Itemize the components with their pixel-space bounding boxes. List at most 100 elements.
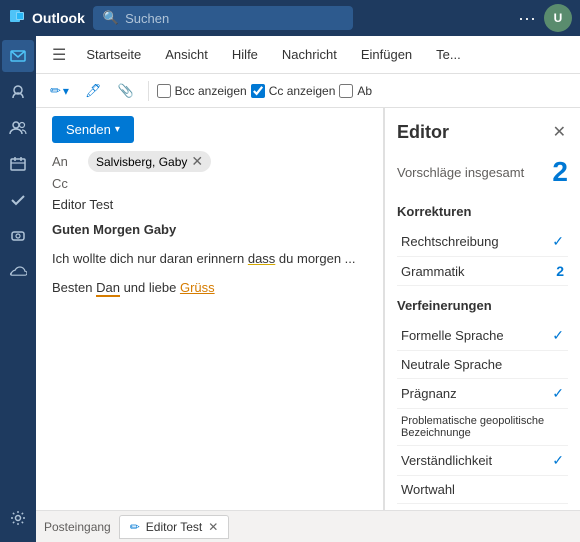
sidebar-icon-onedrive[interactable]: [2, 256, 34, 288]
ribbon: ☰ Startseite Ansicht Hilfe Nachricht Ein…: [36, 36, 580, 74]
verstaendlichkeit-check-icon: ✓: [552, 452, 564, 469]
tab-label: Editor Test: [146, 520, 202, 534]
cc-label-field: Cc: [52, 176, 88, 191]
subject-field[interactable]: Editor Test: [52, 197, 367, 212]
spelling-label: Rechtschreibung: [401, 234, 499, 249]
panel-title: Editor: [397, 122, 449, 143]
sidebar-icon-tasks[interactable]: [2, 184, 34, 216]
hamburger-menu[interactable]: ☰: [44, 37, 74, 73]
toolbar: ✏ ▾ 🖊 📎 Bcc anzeigen Cc anzeigen Ab: [36, 74, 580, 108]
more-options-icon[interactable]: ···: [518, 8, 536, 29]
ab-checkbox-label[interactable]: Ab: [339, 84, 372, 98]
corrections-item-grammar[interactable]: Grammatik 2: [397, 257, 568, 286]
body-line2: Besten Dan und liebe Grüss: [52, 278, 367, 299]
tab-edit-icon: ✏: [130, 520, 140, 534]
sidebar-icon-calendar[interactable]: [2, 148, 34, 180]
bcc-checkbox[interactable]: [157, 84, 171, 98]
pen-icon: ✏: [50, 83, 61, 99]
ribbon-tab-more[interactable]: Te...: [424, 39, 473, 70]
send-button[interactable]: Senden ▾: [52, 116, 134, 143]
search-icon: 🔍: [103, 10, 119, 26]
compose-body[interactable]: Guten Morgen Gaby Ich wollte dich nur da…: [52, 220, 367, 298]
avatar[interactable]: U: [544, 4, 572, 32]
bcc-checkbox-label[interactable]: Bcc anzeigen: [157, 84, 247, 98]
suggestions-row: Vorschläge insgesamt 2: [397, 156, 568, 188]
remove-recipient-button[interactable]: ✕: [191, 153, 203, 170]
inbox-status: Posteingang: [44, 520, 111, 534]
wortwahl-label: Wortwahl: [401, 482, 455, 497]
recipient-tag: Salvisberg, Gaby ✕: [88, 151, 211, 172]
highlighted-gruss: Grüss: [180, 280, 215, 295]
ribbon-tab-ansicht[interactable]: Ansicht: [153, 39, 220, 70]
refinements-section-title: Verfeinerungen: [397, 298, 568, 313]
bcc-label: Bcc anzeigen: [175, 84, 247, 98]
corrections-item-spelling[interactable]: Rechtschreibung ✓: [397, 227, 568, 257]
grammar-label: Grammatik: [401, 264, 465, 279]
suggestions-count: 2: [552, 156, 568, 188]
sidebar-icon-settings[interactable]: [2, 502, 34, 534]
separator: [148, 81, 149, 101]
send-row: Senden ▾: [52, 116, 367, 143]
spelling-check-icon: ✓: [552, 233, 564, 250]
corrections-section-title: Korrekturen: [397, 204, 568, 219]
sidebar-icon-people[interactable]: [2, 112, 34, 144]
refinements-item-wortwahl[interactable]: Wortwahl: [397, 476, 568, 504]
praegnanz-label: Prägnanz: [401, 386, 457, 401]
signature-icon: 🖊: [85, 83, 102, 99]
formell-label: Formelle Sprache: [401, 328, 504, 343]
highlighted-name-dan: Dan: [96, 280, 120, 297]
send-chevron-icon: ▾: [115, 124, 120, 135]
grammar-count: 2: [556, 263, 564, 279]
ribbon-tab-einfuegen[interactable]: Einfügen: [349, 39, 424, 70]
outlook-icon: [8, 7, 26, 30]
sidebar-icon-teams[interactable]: [2, 220, 34, 252]
status-bar: Posteingang ✏ Editor Test ✕: [36, 510, 580, 542]
top-bar: Outlook 🔍 ··· U: [0, 0, 580, 36]
to-field-value: Salvisberg, Gaby ✕: [88, 151, 211, 172]
geo-label: Problematische geopolitische Bezeichnung…: [401, 415, 564, 439]
sidebar-icon-mail[interactable]: [2, 40, 34, 72]
to-field-row: An Salvisberg, Gaby ✕: [52, 151, 367, 172]
recipient-name: Salvisberg, Gaby: [96, 155, 187, 169]
cc-checkbox-label[interactable]: Cc anzeigen: [251, 84, 336, 98]
cc-label: Cc anzeigen: [269, 84, 336, 98]
greeting-text: Guten Morgen Gaby: [52, 220, 367, 241]
editor-test-tab[interactable]: ✏ Editor Test ✕: [119, 515, 230, 539]
panel-close-button[interactable]: ✕: [551, 120, 568, 144]
left-sidebar: [0, 36, 36, 542]
search-bar[interactable]: 🔍: [93, 6, 353, 30]
refinements-item-neutral[interactable]: Neutrale Sprache: [397, 351, 568, 379]
ribbon-tab-nachricht[interactable]: Nachricht: [270, 39, 349, 70]
refinements-item-praegnanz[interactable]: Prägnanz ✓: [397, 379, 568, 409]
compose-area: Senden ▾ An Salvisberg, Gaby ✕ Cc: [36, 108, 384, 510]
editor-panel: Editor ✕ Vorschläge insgesamt 2 Korrektu…: [384, 108, 580, 510]
formell-check-icon: ✓: [552, 327, 564, 344]
panel-header: Editor ✕: [397, 120, 568, 144]
top-bar-right: ··· U: [518, 4, 572, 32]
ab-label: Ab: [357, 84, 372, 98]
cc-checkbox[interactable]: [251, 84, 265, 98]
ab-checkbox[interactable]: [339, 84, 353, 98]
highlighted-word-dass: dass: [248, 251, 275, 266]
sidebar-icon-chat[interactable]: [2, 76, 34, 108]
praegnanz-check-icon: ✓: [552, 385, 564, 402]
suggestions-label: Vorschläge insgesamt: [397, 165, 524, 180]
ribbon-tab-hilfe[interactable]: Hilfe: [220, 39, 270, 70]
app-logo: Outlook: [8, 7, 85, 30]
search-input[interactable]: [125, 11, 343, 26]
tab-close-button[interactable]: ✕: [208, 520, 218, 534]
verstaendlichkeit-label: Verständlichkeit: [401, 453, 492, 468]
inbox-label: Posteingang: [44, 520, 111, 534]
format-btn[interactable]: ✏ ▾: [44, 79, 75, 103]
ribbon-tab-startseite[interactable]: Startseite: [74, 39, 153, 70]
attach-btn[interactable]: 📎: [111, 79, 139, 103]
app-name: Outlook: [32, 10, 85, 26]
signature-btn[interactable]: 🖊: [79, 79, 108, 103]
to-label: An: [52, 154, 88, 169]
refinements-item-formell[interactable]: Formelle Sprache ✓: [397, 321, 568, 351]
neutral-label: Neutrale Sprache: [401, 357, 502, 372]
send-label: Senden: [66, 122, 111, 137]
refinements-item-geo[interactable]: Problematische geopolitische Bezeichnung…: [397, 409, 568, 446]
format-chevron: ▾: [63, 84, 69, 98]
refinements-item-verstaendlichkeit[interactable]: Verständlichkeit ✓: [397, 446, 568, 476]
